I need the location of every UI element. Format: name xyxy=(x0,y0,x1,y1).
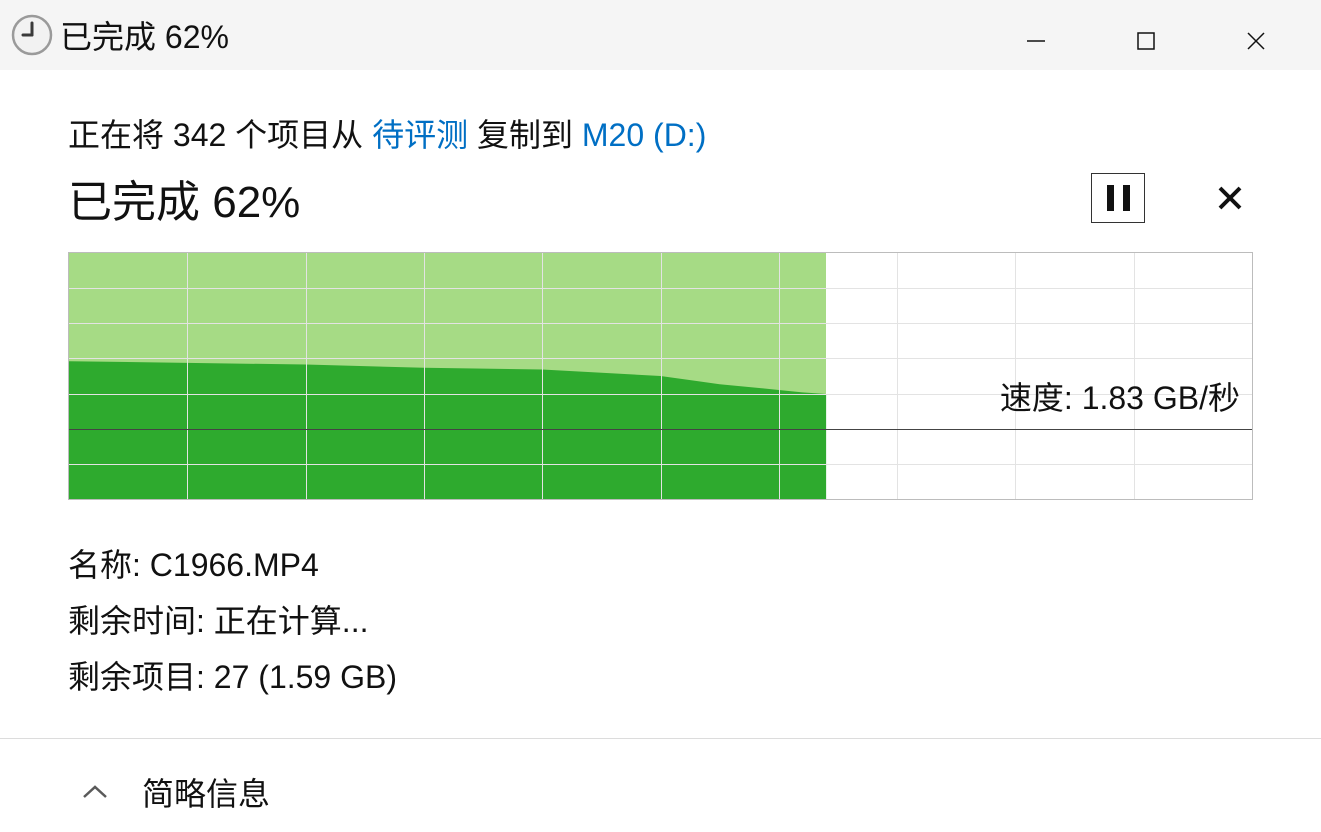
window-controls xyxy=(981,5,1321,65)
close-icon xyxy=(1245,30,1267,52)
name-value: C1966.MP4 xyxy=(150,547,319,583)
copy-middle: 复制到 xyxy=(468,117,582,153)
items-value: 27 (1.59 GB) xyxy=(214,659,397,695)
maximize-icon xyxy=(1136,31,1156,51)
copy-description: 正在将 342 个项目从 待评测 复制到 M20 (D:) xyxy=(68,110,1253,156)
toggle-details-label[interactable]: 简略信息 xyxy=(142,769,270,815)
speed-label: 速度: 1.83 GB/秒 xyxy=(1000,373,1240,419)
minimize-icon xyxy=(1025,30,1047,52)
progress-label: 已完成 62% xyxy=(68,166,300,230)
copy-prefix: 正在将 342 个项目从 xyxy=(68,117,372,153)
window-title: 已完成 62% xyxy=(60,12,981,58)
time-value: 正在计算... xyxy=(214,603,369,639)
maximize-button[interactable] xyxy=(1091,21,1201,61)
speed-graph: 速度: 1.83 GB/秒 xyxy=(68,252,1253,500)
titlebar: 已完成 62% xyxy=(0,0,1321,70)
toggle-details-button[interactable] xyxy=(82,779,108,805)
destination-link[interactable]: M20 (D:) xyxy=(582,117,706,153)
chevron-up-icon xyxy=(82,784,108,800)
detail-name: 名称: C1966.MP4 xyxy=(68,540,1253,586)
cancel-icon xyxy=(1217,185,1243,211)
pause-icon xyxy=(1107,185,1114,211)
progress-row: 已完成 62% xyxy=(68,166,1253,230)
items-label: 剩余项目: xyxy=(68,659,214,695)
cancel-button[interactable] xyxy=(1215,183,1245,213)
detail-time-remaining: 剩余时间: 正在计算... xyxy=(68,596,1253,642)
close-button[interactable] xyxy=(1201,21,1311,61)
progress-actions xyxy=(1091,173,1253,223)
time-label: 剩余时间: xyxy=(68,603,214,639)
content: 正在将 342 个项目从 待评测 复制到 M20 (D:) 已完成 62% 速度… xyxy=(0,70,1321,698)
name-label: 名称: xyxy=(68,547,150,583)
detail-items-remaining: 剩余项目: 27 (1.59 GB) xyxy=(68,652,1253,698)
footer: 简略信息 xyxy=(0,739,1321,815)
source-link[interactable]: 待评测 xyxy=(372,117,468,153)
pause-button[interactable] xyxy=(1091,173,1145,223)
clock-icon xyxy=(10,13,54,57)
details: 名称: C1966.MP4 剩余时间: 正在计算... 剩余项目: 27 (1.… xyxy=(68,540,1253,698)
minimize-button[interactable] xyxy=(981,21,1091,61)
